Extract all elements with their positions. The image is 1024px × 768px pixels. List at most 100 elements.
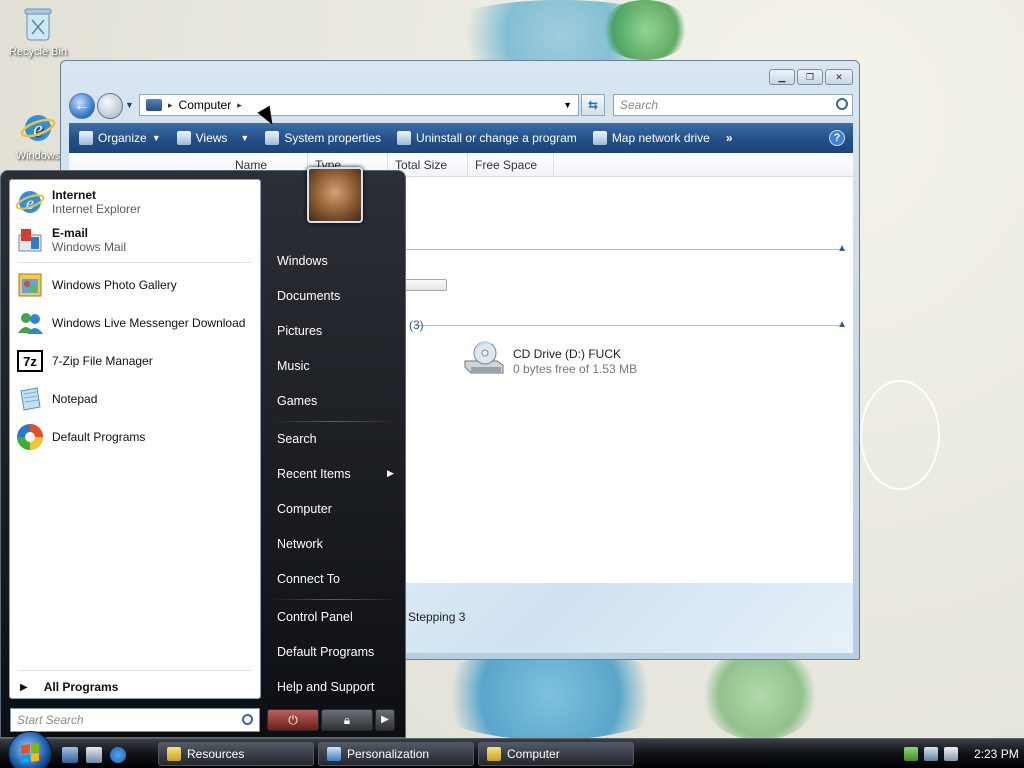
internet-explorer-icon[interactable]	[110, 747, 126, 763]
places-computer[interactable]: Computer	[277, 502, 332, 516]
search-input[interactable]: Search	[613, 94, 853, 116]
folder-icon	[487, 747, 501, 761]
overflow-label: »	[725, 131, 733, 145]
wallpaper-swirl	[860, 380, 940, 490]
organize-button[interactable]: Organize ▼	[75, 131, 169, 145]
show-desktop-icon[interactable]	[62, 747, 78, 763]
taskbar-button-personalization[interactable]: Personalization	[318, 742, 474, 766]
column-divider	[553, 153, 554, 177]
taskbar-button-label: Computer	[507, 747, 560, 761]
windows-logo-icon	[21, 742, 39, 764]
places-connect-to[interactable]: Connect To	[277, 572, 340, 586]
all-programs-button[interactable]: ▶ All Programs	[20, 680, 118, 694]
photo-gallery-icon	[14, 269, 46, 301]
places-control-panel[interactable]: Control Panel	[277, 610, 353, 624]
program-label: 7-Zip File Manager	[52, 354, 153, 368]
pinned-title: E-mail	[52, 226, 89, 240]
processor-info: Stepping 3	[408, 610, 466, 624]
recent-program-messenger[interactable]: Windows Live Messenger Download	[14, 305, 258, 341]
address-row: ← ▼ ▸ Computer ▸ ▼ ⇆ Search	[69, 91, 853, 121]
wallpaper-splash	[420, 650, 680, 738]
places-music[interactable]: Music	[277, 359, 310, 373]
map-network-drive-button[interactable]: Map network drive	[589, 131, 718, 145]
places-documents[interactable]: Documents	[277, 289, 340, 303]
search-icon[interactable]	[242, 714, 253, 725]
power-button[interactable]: ⏻	[267, 709, 319, 731]
network-drive-icon	[592, 131, 607, 145]
arrow-right-icon: ▶	[20, 681, 28, 693]
address-bar[interactable]: ▸ Computer ▸ ▼	[139, 94, 579, 116]
lock-button[interactable]: 🔒︎	[321, 709, 373, 731]
collapse-group-icon[interactable]: ▲	[837, 243, 847, 254]
desktop-icon-label: Recycle Bin	[8, 46, 68, 58]
pinned-subtitle: Internet Explorer	[52, 202, 141, 216]
user-avatar[interactable]	[307, 167, 363, 223]
places-network[interactable]: Network	[277, 537, 323, 551]
7zip-icon: 7z	[14, 345, 46, 377]
menu-divider	[18, 262, 252, 263]
column-free-space[interactable]: Free Space	[475, 158, 537, 172]
messenger-icon	[14, 307, 46, 339]
history-dropdown-icon[interactable]: ▼	[125, 100, 134, 110]
system-properties-label: System properties	[284, 131, 382, 145]
taskbar-button-computer[interactable]: Computer	[478, 742, 634, 766]
start-search-placeholder: Start Search	[17, 713, 84, 727]
taskbar-button-resources[interactable]: Resources	[158, 742, 314, 766]
svg-text:7z: 7z	[23, 354, 37, 369]
uninstall-program-button[interactable]: Uninstall or change a program	[393, 131, 585, 145]
pinned-email[interactable]: E-mail Windows Mail	[14, 222, 258, 258]
monitor-icon	[327, 747, 341, 761]
drive-name[interactable]: CD Drive (D:) FUCK	[513, 347, 621, 361]
shutdown-options-button[interactable]: ▶	[375, 709, 395, 731]
help-icon[interactable]: ?	[829, 130, 845, 146]
security-icon[interactable]	[904, 747, 918, 761]
program-label: Windows Live Messenger Download	[52, 316, 246, 330]
pinned-internet[interactable]: e Internet Internet Explorer	[14, 184, 258, 220]
column-total-size[interactable]: Total Size	[395, 158, 447, 172]
taskbar: Resources Personalization Computer 2:23 …	[0, 731, 1024, 768]
clock[interactable]: 2:23 PM	[974, 747, 1019, 761]
system-properties-button[interactable]: System properties	[261, 131, 389, 145]
recent-program-photo-gallery[interactable]: Windows Photo Gallery	[14, 267, 258, 303]
places-pictures[interactable]: Pictures	[277, 324, 322, 338]
recycle-bin-icon	[20, 4, 56, 44]
network-icon[interactable]	[924, 747, 938, 761]
taskbar-button-label: Personalization	[347, 747, 430, 761]
refresh-button[interactable]: ⇆	[581, 94, 605, 116]
breadcrumb-separator[interactable]: ▸	[168, 100, 173, 111]
cd-drive-icon[interactable]	[461, 339, 505, 383]
places-recent-items[interactable]: Recent Items	[277, 467, 351, 481]
recent-program-default-programs[interactable]: Default Programs	[14, 419, 258, 455]
breadcrumb-computer[interactable]: Computer	[179, 98, 232, 112]
back-button[interactable]: ←	[69, 93, 95, 119]
places-search[interactable]: Search	[277, 432, 317, 446]
folder-icon	[167, 747, 181, 761]
address-dropdown-icon[interactable]: ▼	[563, 100, 572, 110]
minimize-button[interactable]: ▁	[769, 69, 795, 85]
menu-divider	[271, 421, 397, 422]
recent-program-notepad[interactable]: Notepad	[14, 381, 258, 417]
forward-button[interactable]	[97, 93, 123, 119]
switch-windows-icon[interactable]	[86, 747, 102, 763]
start-menu-programs-pane: e Internet Internet Explorer E-mail Wind…	[9, 179, 261, 699]
toolbar-overflow-button[interactable]: »	[722, 131, 741, 145]
places-default-programs[interactable]: Default Programs	[277, 645, 374, 659]
search-icon[interactable]	[836, 98, 848, 110]
places-games[interactable]: Games	[277, 394, 317, 408]
program-label: Notepad	[52, 392, 98, 406]
maximize-button[interactable]: ❐	[797, 69, 823, 85]
start-search-input[interactable]: Start Search	[10, 708, 260, 732]
collapse-group-icon[interactable]: ▲	[837, 319, 847, 330]
volume-muted-icon[interactable]	[944, 747, 958, 761]
views-button[interactable]: Views ▼	[173, 131, 258, 145]
breadcrumb-separator[interactable]: ▸	[237, 100, 242, 111]
recent-program-7zip[interactable]: 7z 7-Zip File Manager	[14, 343, 258, 379]
desktop-icon-recycle-bin[interactable]: Recycle Bin	[6, 4, 70, 58]
column-divider	[467, 153, 468, 177]
command-toolbar: Organize ▼ Views ▼ System properties Unins…	[69, 123, 853, 153]
places-windows[interactable]: Windows	[277, 254, 328, 268]
menu-divider	[18, 670, 252, 671]
close-button[interactable]: ✕	[825, 69, 853, 85]
start-button[interactable]	[8, 731, 52, 768]
places-help-support[interactable]: Help and Support	[277, 680, 374, 694]
